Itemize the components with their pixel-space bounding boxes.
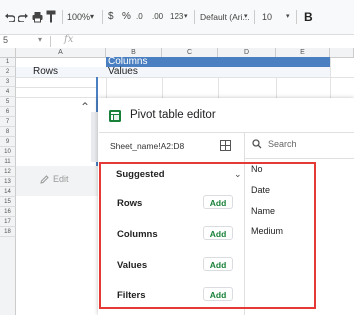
row-header[interactable]: 10 xyxy=(0,147,16,157)
column-header-f[interactable] xyxy=(330,48,354,58)
divider xyxy=(62,10,63,24)
pivot-subheader-row xyxy=(16,67,330,77)
increase-decimal-button[interactable]: .00 xyxy=(152,8,163,26)
data-range-field[interactable]: Sheet_name!A2:D8 xyxy=(110,141,184,151)
print-icon[interactable] xyxy=(32,11,43,23)
cell-reference-dropdown-icon[interactable]: ▾ xyxy=(38,35,42,44)
row-header[interactable]: 11 xyxy=(0,157,16,167)
zoom-dropdown-icon[interactable]: ▾ xyxy=(90,8,94,26)
search-placeholder: Search xyxy=(268,139,297,149)
row-header[interactable]: 14 xyxy=(0,187,16,197)
cell-reference[interactable]: 5 xyxy=(3,35,8,45)
grid-line xyxy=(330,58,331,98)
row-header[interactable]: 15 xyxy=(0,197,16,207)
currency-format-button[interactable]: $ xyxy=(108,8,114,26)
more-formats-dropdown-icon[interactable]: ▾ xyxy=(184,8,188,26)
cell-b2[interactable]: Values xyxy=(108,66,138,78)
row-header[interactable]: 1 xyxy=(0,58,16,67)
select-range-icon[interactable] xyxy=(220,140,231,151)
row-header[interactable]: 2 xyxy=(0,67,16,77)
font-size-dropdown-icon[interactable]: ▾ xyxy=(286,8,290,26)
select-all-corner[interactable] xyxy=(0,48,16,58)
bold-button[interactable]: B xyxy=(304,8,313,26)
row-header[interactable]: 17 xyxy=(0,217,16,227)
row-header[interactable]: 5 xyxy=(0,97,16,107)
panel-title: Pivot table editor xyxy=(130,109,216,121)
row-header[interactable]: 6 xyxy=(0,107,16,117)
undo-icon[interactable] xyxy=(4,12,15,22)
font-dropdown-icon[interactable]: ▾ xyxy=(244,8,248,26)
row-header-area xyxy=(0,237,16,315)
row-header[interactable]: 3 xyxy=(0,77,16,87)
highlight-box xyxy=(99,162,316,309)
row-header[interactable]: 4 xyxy=(0,87,16,97)
paint-format-icon[interactable] xyxy=(46,10,56,23)
edit-button[interactable]: Edit xyxy=(53,174,69,184)
row-header[interactable]: 16 xyxy=(0,207,16,217)
row-header[interactable]: 8 xyxy=(0,127,16,137)
divider xyxy=(99,132,354,133)
search-icon xyxy=(252,139,262,149)
row-header[interactable]: 7 xyxy=(0,117,16,127)
zoom-select[interactable]: 100% xyxy=(67,8,90,26)
divider xyxy=(254,10,255,24)
divider xyxy=(296,10,297,24)
scrollbar[interactable] xyxy=(91,112,98,162)
pivot-table-icon xyxy=(109,110,121,122)
row-header[interactable]: 9 xyxy=(0,137,16,147)
divider xyxy=(102,10,103,24)
row-header[interactable]: 13 xyxy=(0,177,16,187)
percent-format-button[interactable]: % xyxy=(122,8,131,26)
font-select[interactable]: Default (Ari... xyxy=(200,8,250,26)
pencil-icon xyxy=(40,175,49,184)
column-header-a[interactable]: A xyxy=(16,48,106,58)
divider xyxy=(194,10,195,24)
decrease-decimal-button[interactable]: .0 xyxy=(136,8,143,26)
row-header[interactable]: 18 xyxy=(0,227,16,237)
row-header[interactable]: 12 xyxy=(0,167,16,177)
pivot-range-selection xyxy=(16,77,98,166)
redo-icon[interactable] xyxy=(18,12,29,22)
font-size-select[interactable]: 10 xyxy=(262,8,272,26)
more-formats-button[interactable]: 123 xyxy=(170,8,183,26)
collapse-icon[interactable]: ⌃ xyxy=(80,100,90,114)
divider xyxy=(50,36,51,47)
fx-icon: fx xyxy=(64,34,74,45)
divider xyxy=(245,158,354,159)
